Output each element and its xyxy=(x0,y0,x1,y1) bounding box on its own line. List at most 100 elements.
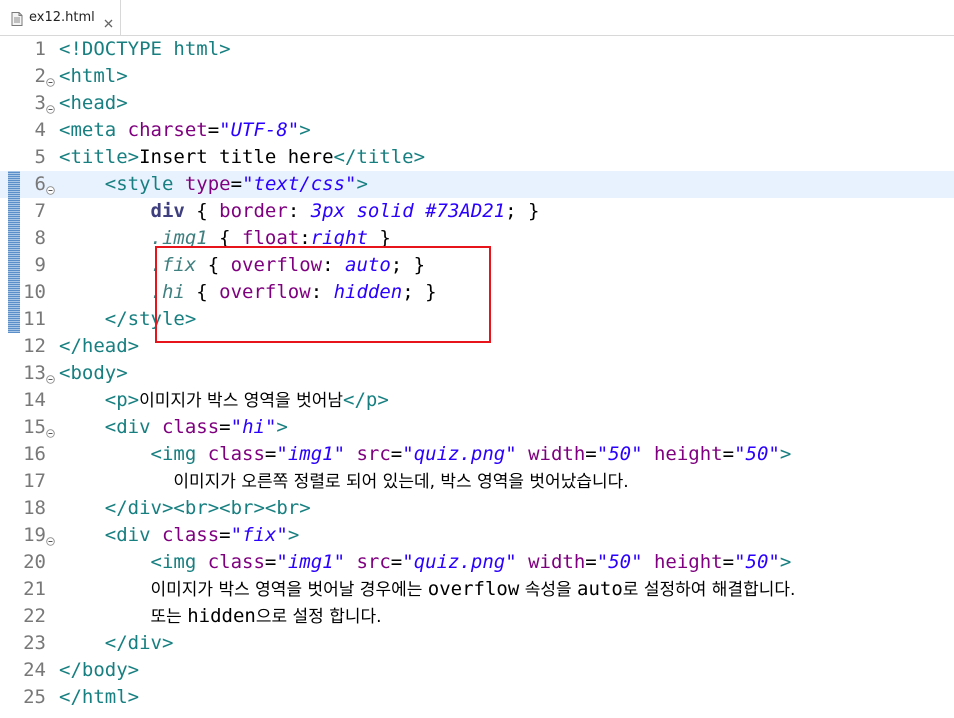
code-token: <style xyxy=(104,173,185,195)
code-token: <meta xyxy=(59,119,128,141)
code-token: > xyxy=(779,443,792,465)
code-token: <div xyxy=(104,416,162,438)
code-text: </head> xyxy=(59,333,139,360)
line-number: 20 xyxy=(23,551,46,573)
code-line[interactable]: 1 <!DOCTYPE html> xyxy=(0,36,954,63)
code-token: "UTF-8" xyxy=(219,119,300,141)
line-number: 8 xyxy=(34,227,46,249)
code-line[interactable]: 2 <html> xyxy=(0,63,954,90)
code-token: "img1" xyxy=(276,443,346,465)
code-token: <div xyxy=(104,524,162,546)
code-line[interactable]: 24 </body> xyxy=(0,657,954,684)
change-marker-bar xyxy=(8,171,20,333)
line-number: 25 xyxy=(23,686,46,708)
code-line[interactable]: 20 <img class="img1" src="quiz.png" widt… xyxy=(0,549,954,576)
code-token: "img1" xyxy=(276,551,346,573)
code-line[interactable]: 14 <p>이미지가 박스 영역을 벗어남</p> xyxy=(0,387,954,414)
code-token: width xyxy=(528,443,586,465)
code-token: ; } xyxy=(505,200,540,222)
code-token: = xyxy=(264,443,277,465)
code-line[interactable]: 17 이미지가 오른쪽 정렬로 되어 있는데, 박스 영역을 벗어났습니다. xyxy=(0,468,954,495)
code-line[interactable]: 6 <style type="text/css"> xyxy=(0,171,954,198)
code-line[interactable]: 18 </div><br><br><br> xyxy=(0,495,954,522)
code-token: <img xyxy=(150,443,208,465)
code-line[interactable]: 3 <head> xyxy=(0,90,954,117)
code-line[interactable]: 15 <div class="hi"> xyxy=(0,414,954,441)
code-token: = xyxy=(219,416,231,438)
code-line[interactable]: 4 <meta charset="UTF-8"> xyxy=(0,117,954,144)
code-line[interactable]: 23 </div> xyxy=(0,630,954,657)
code-text: <title>Insert title here</title> xyxy=(59,144,425,171)
code-token: <!DOCTYPE html> xyxy=(59,38,231,60)
fold-toggle-icon[interactable] xyxy=(46,72,55,87)
line-number: 15 xyxy=(23,416,46,438)
code-token: class xyxy=(161,524,220,546)
fold-toggle-icon[interactable] xyxy=(46,99,55,114)
code-token: { xyxy=(184,200,220,222)
code-line[interactable]: 21 이미지가 박스 영역을 벗어날 경우에는 overflow 속성을 aut… xyxy=(0,576,954,603)
code-text: 이미지가 오른쪽 정렬로 되어 있는데, 박스 영역을 벗어났습니다. xyxy=(59,468,628,496)
code-token: "quiz.png" xyxy=(402,551,517,573)
code-line[interactable]: 22 또는 hidden으로 설정 합니다. xyxy=(0,603,954,630)
code-line[interactable]: 25 </html> xyxy=(0,684,954,711)
code-token: = xyxy=(390,551,403,573)
code-token: = xyxy=(390,443,403,465)
code-token: </div> xyxy=(104,632,174,654)
code-token: "50" xyxy=(734,443,780,465)
code-token: 속성을 xyxy=(519,580,578,600)
line-number: 14 xyxy=(23,389,46,411)
code-token: </head> xyxy=(59,335,140,357)
code-text: <head> xyxy=(59,90,128,117)
code-token: <title> xyxy=(59,146,140,168)
code-text: </body> xyxy=(59,657,139,684)
code-token: = xyxy=(230,173,243,195)
line-number: 2 xyxy=(34,65,46,87)
code-text: <html> xyxy=(59,63,128,90)
code-token: </p> xyxy=(343,389,389,411)
code-token: overflow xyxy=(427,578,520,600)
line-number: 23 xyxy=(23,632,46,654)
code-editor[interactable]: 25 </html> 24 </body> 23 </div> 22 또는 hidden으… xyxy=(0,36,954,718)
code-token: 이미지가 박스 영역을 벗어남 xyxy=(139,391,343,411)
code-line[interactable]: 19 <div class="fix"> xyxy=(0,522,954,549)
code-token: > xyxy=(287,524,300,546)
code-line[interactable]: 13 <body> xyxy=(0,360,954,387)
code-token: height xyxy=(653,443,723,465)
line-number: 1 xyxy=(34,38,46,60)
code-token: type xyxy=(184,173,231,195)
tab-ex12-html[interactable]: ex12.html xyxy=(0,0,121,35)
fold-toggle-icon[interactable] xyxy=(46,180,55,195)
code-text: <div class="hi"> xyxy=(59,414,288,441)
line-number: 10 xyxy=(23,281,46,303)
code-token: <head> xyxy=(59,92,128,114)
code-line[interactable]: 5 <title>Insert title here</title> xyxy=(0,144,954,171)
code-token: </body> xyxy=(59,659,140,681)
code-text: </html> xyxy=(59,684,139,711)
code-line[interactable]: 16 <img class="img1" src="quiz.png" widt… xyxy=(0,441,954,468)
code-token: border xyxy=(219,200,288,222)
fold-toggle-icon[interactable] xyxy=(46,369,55,384)
code-token: src xyxy=(356,443,391,465)
code-token: = xyxy=(722,551,735,573)
close-icon[interactable] xyxy=(104,13,113,28)
code-token: <body> xyxy=(59,362,128,384)
highlight-box xyxy=(155,246,491,343)
code-token: = xyxy=(722,443,735,465)
fold-toggle-icon[interactable] xyxy=(46,531,55,546)
code-text: <meta charset="UTF-8"> xyxy=(59,117,311,144)
code-line[interactable]: 7 div { border: 3px solid #73AD21; } xyxy=(0,198,954,225)
fold-toggle-icon[interactable] xyxy=(46,423,55,438)
line-number: 18 xyxy=(23,497,46,519)
code-text: 이미지가 박스 영역을 벗어날 경우에는 overflow 속성을 auto로 … xyxy=(59,576,796,604)
